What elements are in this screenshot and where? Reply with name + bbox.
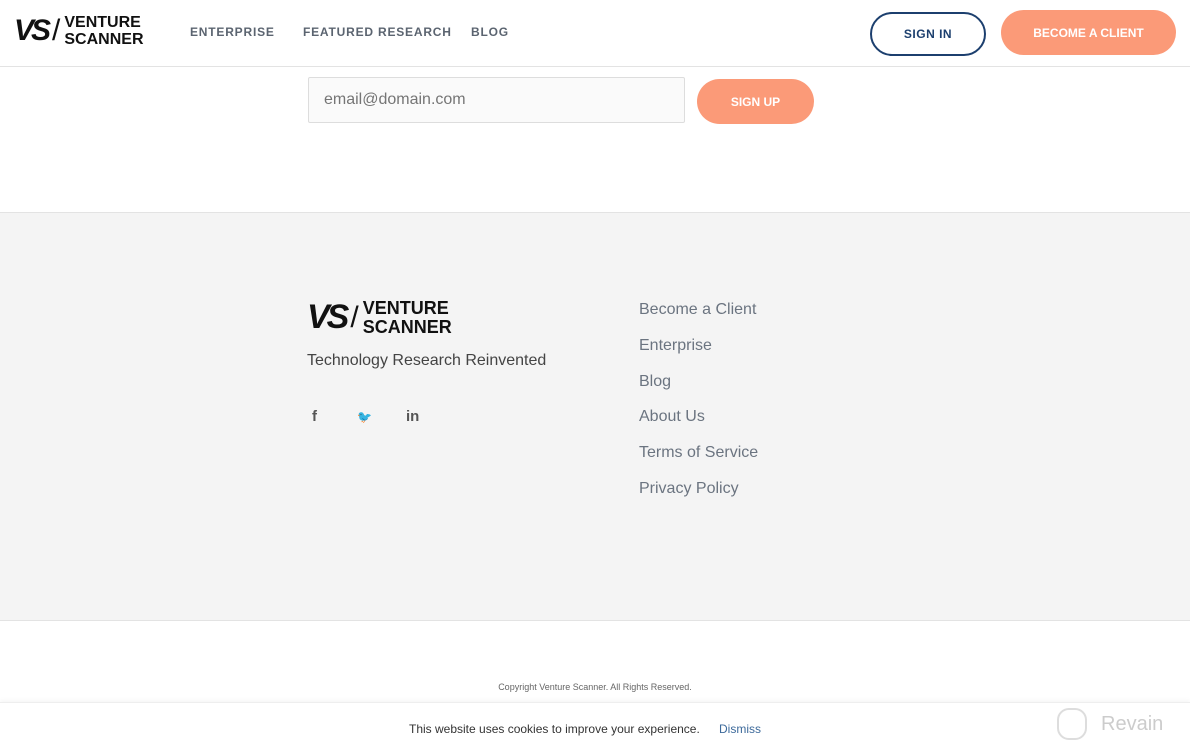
footer-logo[interactable]: VS / VENTURE SCANNER — [307, 298, 452, 337]
sign-in-button[interactable]: SIGN IN — [870, 12, 986, 56]
logo-line2: SCANNER — [362, 316, 452, 337]
logo-mark: VS — [14, 14, 51, 47]
site-header: VS / VENTURE SCANNER ENTERPRISE FEATURED … — [0, 0, 1190, 67]
revain-watermark: Revain — [1057, 708, 1163, 740]
footer-link-enterprise[interactable]: Enterprise — [639, 337, 712, 355]
tagline: Technology Research Reinvented — [307, 352, 547, 369]
nav-featured-research[interactable]: FEATURED RESEARCH — [303, 25, 452, 39]
twitter-icon[interactable]: 🐦 — [357, 410, 372, 424]
logo-line1: VENTURE — [362, 297, 449, 318]
dismiss-button[interactable]: Dismiss — [719, 722, 761, 736]
nav-enterprise[interactable]: ENTERPRISE — [190, 25, 275, 39]
revain-logo-icon — [1057, 708, 1087, 740]
cookie-text: This website uses cookies to improve you… — [409, 722, 700, 736]
logo[interactable]: VS / VENTURE SCANNER — [14, 14, 144, 48]
footer-link-terms[interactable]: Terms of Service — [639, 444, 758, 462]
revain-text: Revain — [1101, 712, 1164, 735]
email-input[interactable] — [308, 77, 685, 123]
logo-line1: VENTURE — [64, 14, 141, 31]
become-client-button[interactable]: BECOME A CLIENT — [1001, 10, 1176, 55]
logo-text: VENTURE SCANNER — [362, 297, 452, 337]
nav-blog[interactable]: BLOG — [471, 25, 509, 39]
footer-link-blog[interactable]: Blog — [639, 373, 671, 391]
footer-link-privacy[interactable]: Privacy Policy — [639, 480, 739, 498]
facebook-icon[interactable]: f — [312, 408, 317, 425]
footer-link-about-us[interactable]: About Us — [639, 408, 705, 426]
logo-slash: / — [52, 14, 61, 47]
linkedin-icon[interactable]: in — [406, 408, 419, 425]
sign-up-button[interactable]: SIGN UP — [697, 79, 814, 124]
cookie-banner: This website uses cookies to improve you… — [0, 702, 1190, 753]
logo-mark: VS — [307, 298, 349, 336]
footer — [0, 212, 1190, 621]
logo-slash: / — [350, 300, 359, 334]
footer-link-become-client[interactable]: Become a Client — [639, 301, 756, 319]
copyright: Copyright Venture Scanner. All Rights Re… — [498, 682, 692, 692]
logo-line2: SCANNER — [64, 31, 144, 48]
logo-text: VENTURE SCANNER — [64, 14, 143, 48]
